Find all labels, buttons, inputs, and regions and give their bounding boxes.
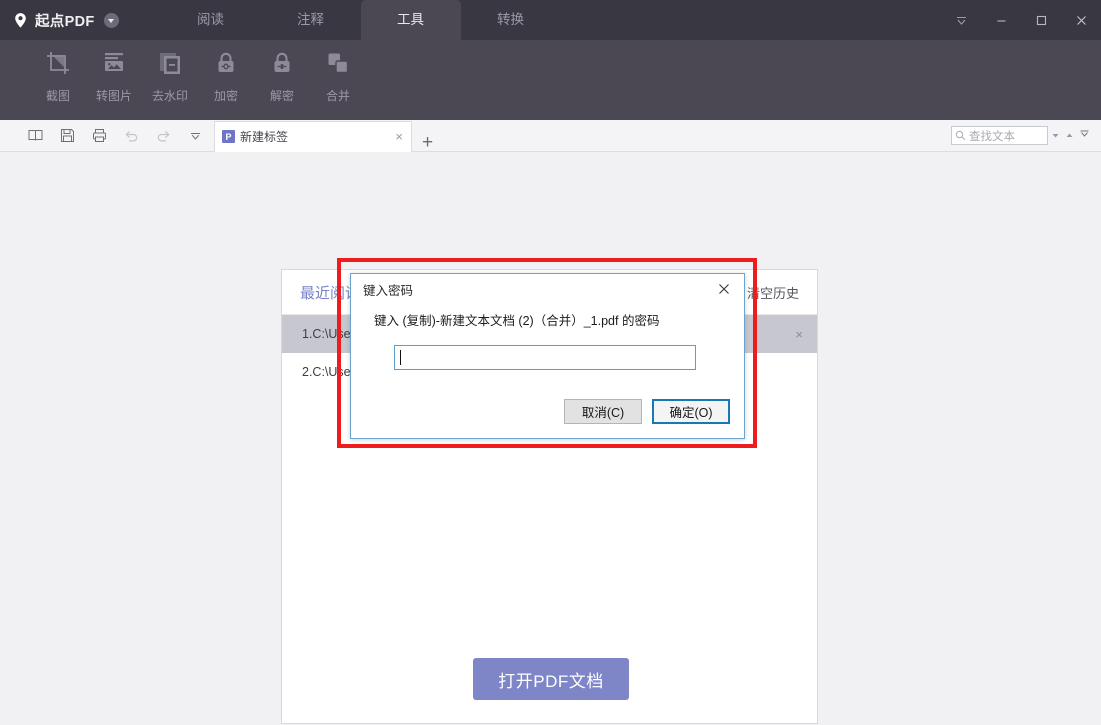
app-brand-label: 起点PDF <box>35 10 95 31</box>
search-next-button[interactable] <box>1062 126 1076 145</box>
remove-watermark-icon <box>155 48 185 78</box>
document-toolbar: P 新建标签 × + 查找文本 <box>0 120 1101 152</box>
triangle-down-icon <box>1051 127 1060 145</box>
dialog-prompt: 键入 (复制)-新建文本文档 (2)（合并）_1.pdf 的密码 <box>374 310 744 329</box>
open-pdf-button[interactable]: 打开PDF文档 <box>473 658 629 700</box>
document-tab-label: 新建标签 <box>240 128 388 145</box>
ok-button[interactable]: 确定(O) <box>652 399 730 424</box>
recent-file-label: 2.C:\User <box>302 365 355 379</box>
ribbon-button-decrypt[interactable]: 解密 <box>254 40 310 120</box>
chevron-down-icon[interactable] <box>104 13 119 28</box>
ribbon-label-remove-watermark: 去水印 <box>152 87 188 104</box>
document-tab[interactable]: P 新建标签 × <box>214 121 412 152</box>
nav-tab-tools[interactable]: 工具 <box>361 0 461 40</box>
book-view-button[interactable] <box>22 123 48 149</box>
add-tab-button[interactable]: + <box>422 133 433 152</box>
book-icon <box>27 127 44 144</box>
recent-file-label: 1.C:\User <box>302 327 355 341</box>
tools-ribbon: 截图 转图片 <box>0 40 1101 120</box>
search-expand-button[interactable] <box>1076 126 1093 145</box>
document-tab-strip: P 新建标签 × + <box>214 120 433 152</box>
undo-button[interactable] <box>118 123 144 149</box>
print-button[interactable] <box>86 123 112 149</box>
app-brand[interactable]: 起点PDF <box>0 0 129 40</box>
search-placeholder: 查找文本 <box>969 128 1015 144</box>
minimize-button[interactable] <box>981 0 1021 40</box>
undo-arrow-icon <box>123 127 140 144</box>
search-icon <box>955 130 966 141</box>
merge-pages-icon <box>323 48 353 78</box>
nav-tab-annotate[interactable]: 注释 <box>261 0 361 40</box>
crop-icon <box>43 48 73 78</box>
ribbon-button-remove-watermark[interactable]: 去水印 <box>142 40 198 120</box>
lock-closed-icon <box>211 48 241 78</box>
window-controls <box>941 0 1101 40</box>
collapse-ribbon-button[interactable] <box>941 0 981 40</box>
floppy-disk-icon <box>59 127 76 144</box>
close-icon[interactable]: × <box>393 130 405 143</box>
save-button[interactable] <box>54 123 80 149</box>
dialog-title: 键入密码 <box>363 280 413 299</box>
double-chevron-down-icon <box>1078 127 1091 145</box>
nav-tab-convert[interactable]: 转换 <box>461 0 561 40</box>
title-bar: 起点PDF 阅读 注释 工具 转换 <box>0 0 1101 40</box>
dialog-buttons: 取消(C) 确定(O) <box>564 399 730 424</box>
ribbon-button-crop[interactable]: 截图 <box>30 40 86 120</box>
ribbon-label-to-image: 转图片 <box>96 87 132 104</box>
ribbon-label-crop: 截图 <box>46 87 70 104</box>
ribbon-label-merge: 合并 <box>326 87 350 104</box>
ribbon-button-encrypt[interactable]: 加密 <box>198 40 254 120</box>
dialog-title-bar: 键入密码 <box>351 274 744 304</box>
ribbon-label-decrypt: 解密 <box>270 87 294 104</box>
password-field[interactable] <box>394 345 696 370</box>
clear-history-button[interactable]: 清空历史 <box>747 283 799 302</box>
redo-arrow-icon <box>155 127 172 144</box>
pdf-badge-icon: P <box>222 130 235 143</box>
search-prev-button[interactable] <box>1048 126 1062 145</box>
cancel-button[interactable]: 取消(C) <box>564 399 642 424</box>
remove-recent-icon[interactable]: × <box>795 327 803 342</box>
maximize-button[interactable] <box>1021 0 1061 40</box>
printer-icon <box>91 127 108 144</box>
ribbon-label-encrypt: 加密 <box>214 87 238 104</box>
image-convert-icon <box>99 48 129 78</box>
ribbon-button-merge[interactable]: 合并 <box>310 40 366 120</box>
chevron-down-icon <box>188 128 203 143</box>
text-caret <box>400 350 401 365</box>
lock-open-icon <box>267 48 297 78</box>
nav-tabs: 阅读 注释 工具 转换 <box>161 0 561 40</box>
password-dialog: 键入密码 键入 (复制)-新建文本文档 (2)（合并）_1.pdf 的密码 取消… <box>350 273 745 439</box>
triangle-up-icon <box>1065 127 1074 145</box>
more-tools-button[interactable] <box>182 123 208 149</box>
close-icon[interactable] <box>704 274 744 304</box>
nav-tab-read[interactable]: 阅读 <box>161 0 261 40</box>
redo-button[interactable] <box>150 123 176 149</box>
search-input[interactable]: 查找文本 <box>951 126 1048 145</box>
search-area: 查找文本 <box>951 126 1101 145</box>
ribbon-button-to-image[interactable]: 转图片 <box>86 40 142 120</box>
location-pin-icon <box>12 12 29 29</box>
close-button[interactable] <box>1061 0 1101 40</box>
application-window: 起点PDF 阅读 注释 工具 转换 <box>0 0 1101 725</box>
